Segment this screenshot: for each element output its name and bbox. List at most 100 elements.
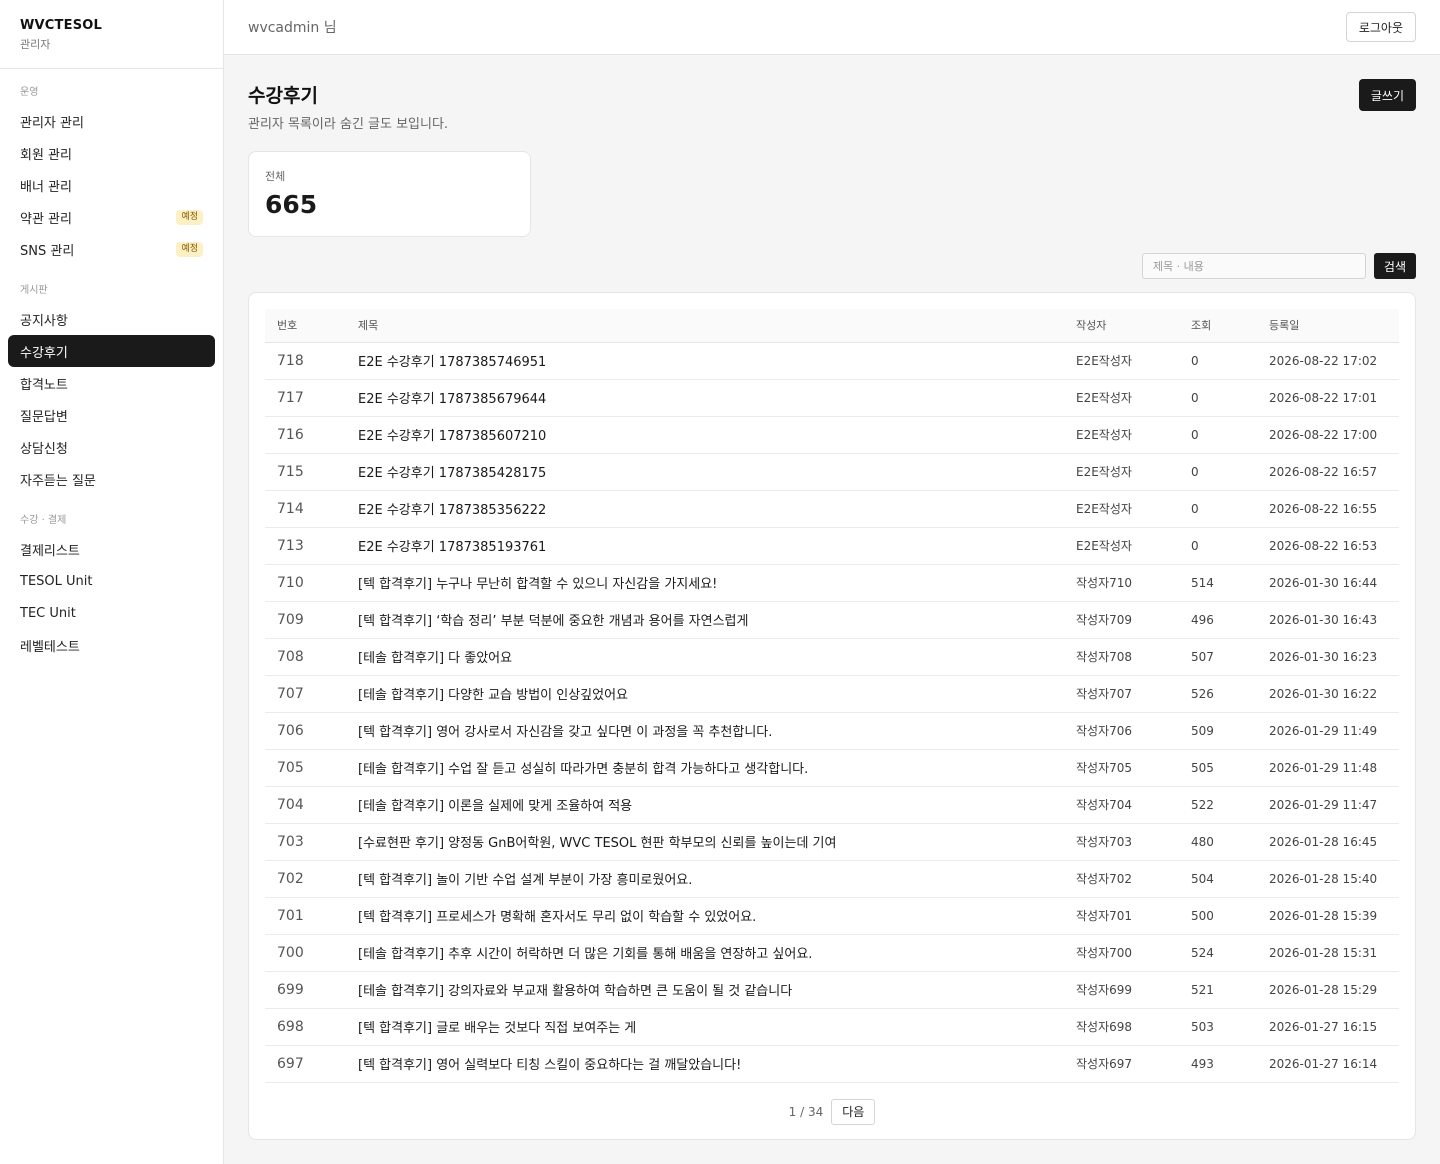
- cell-views: 0: [1191, 538, 1199, 553]
- page-subtitle: 관리자 목록이라 숨긴 글도 보입니다.: [248, 117, 449, 132]
- cell-title[interactable]: [테솔 합격후기] 강의자료와 부교재 활용하여 학습하면 큰 도움이 될 것 …: [346, 971, 1064, 1008]
- cell-author: 작성자709: [1076, 613, 1133, 627]
- table-row[interactable]: 716 E2E 수강후기 1787385607210 E2E작성자 0 2026-08-…: [265, 416, 1399, 453]
- reviews-table: 번호 제목 작성자 조회 등록일 718 E2E 수강후기 17873857469…: [265, 309, 1399, 1083]
- cell-views: 504: [1191, 871, 1214, 886]
- table-row[interactable]: 697 [텍 합격후기] 영어 실력보다 티칭 스킬이 중요하다는 걸 깨달았습니…: [265, 1045, 1399, 1082]
- cell-title[interactable]: [테솔 합격후기] 추후 시간이 허락하면 더 많은 기회를 통해 배움을 연장…: [346, 934, 1064, 971]
- cell-title[interactable]: [테솔 합격후기] 다 좋았어요: [346, 638, 1064, 675]
- sidebar-item[interactable]: 배너 관리: [8, 169, 215, 201]
- total-stat-card: 전체 665: [248, 151, 531, 237]
- cell-title[interactable]: [텍 합격후기] 놀이 기반 수업 설계 부분이 가장 흥미로웠어요.: [346, 860, 1064, 897]
- table-row[interactable]: 698 [텍 합격후기] 글로 배우는 것보다 직접 보여주는 게 작성자698 50…: [265, 1008, 1399, 1045]
- cell-views: 522: [1191, 797, 1214, 812]
- search-input[interactable]: [1141, 253, 1366, 279]
- sidebar-item[interactable]: 질문답변: [8, 399, 215, 431]
- table-row[interactable]: 713 E2E 수강후기 1787385193761 E2E작성자 0 2026-08-…: [265, 527, 1399, 564]
- cell-date: 2026-08-22 16:53: [1269, 538, 1378, 553]
- sidebar-item-label: 관리자 관리: [20, 115, 84, 131]
- sidebar-item-label: TESOL Unit: [20, 573, 93, 589]
- table-row[interactable]: 708 [테솔 합격후기] 다 좋았어요 작성자708 507 2026-01-30 1…: [265, 638, 1399, 675]
- sidebar-item[interactable]: 상담신청: [8, 431, 215, 463]
- sidebar-item-label: 합격노트: [20, 377, 68, 393]
- cell-title[interactable]: E2E 수강후기 1787385356222: [346, 490, 1064, 527]
- table-row[interactable]: 702 [텍 합격후기] 놀이 기반 수업 설계 부분이 가장 흥미로웠어요. 작성…: [265, 860, 1399, 897]
- next-page-button[interactable]: 다음: [831, 1098, 876, 1125]
- cell-title[interactable]: E2E 수강후기 1787385607210: [346, 416, 1064, 453]
- cell-author: 작성자710: [1076, 576, 1133, 590]
- table-row[interactable]: 706 [텍 합격후기] 영어 강사로서 자신감을 갖고 싶다면 이 과정을 꼭 …: [265, 712, 1399, 749]
- cell-title[interactable]: [테솔 합격후기] 수업 잘 듣고 성실히 따라가면 충분히 합격 가능하다고 …: [346, 749, 1064, 786]
- cell-date: 2026-08-22 17:01: [1269, 390, 1378, 405]
- sidebar-item[interactable]: SNS 관리 예정: [8, 233, 215, 265]
- search-button[interactable]: 검색: [1373, 253, 1416, 279]
- nav-section: 운영 관리자 관리 회원 관리 배너 관리 약관 관리 예정 SNS 관리 예정: [8, 83, 215, 265]
- cell-title[interactable]: E2E 수강후기 1787385746951: [346, 342, 1064, 379]
- nav-section-title: 수강 · 결제: [20, 515, 67, 526]
- cell-number: 714: [277, 500, 304, 517]
- planned-badge: 예정: [176, 209, 203, 225]
- cell-date: 2026-01-29 11:48: [1269, 760, 1378, 775]
- cell-date: 2026-01-29 11:47: [1269, 797, 1378, 812]
- sidebar-item[interactable]: 합격노트: [8, 367, 215, 399]
- cell-title[interactable]: [수료현판 후기] 양정동 GnB어학원, WVC TESOL 현판 학부모의 …: [346, 823, 1064, 860]
- cell-title[interactable]: E2E 수강후기 1787385679644: [346, 379, 1064, 416]
- cell-number: 706: [277, 722, 304, 739]
- cell-number: 701: [277, 907, 304, 924]
- cell-number: 716: [277, 426, 304, 443]
- sidebar-item-label: 공지사항: [20, 313, 68, 329]
- sidebar-item[interactable]: 결제리스트: [8, 533, 215, 565]
- cell-number: 718: [277, 352, 304, 369]
- cell-author: E2E작성자: [1076, 539, 1132, 553]
- table-row[interactable]: 703 [수료현판 후기] 양정동 GnB어학원, WVC TESOL 현판 학부…: [265, 823, 1399, 860]
- cell-title[interactable]: [텍 합격후기] 글로 배우는 것보다 직접 보여주는 게: [346, 1008, 1064, 1045]
- table-row[interactable]: 701 [텍 합격후기] 프로세스가 명확해 혼자서도 무리 없이 학습할 수 있…: [265, 897, 1399, 934]
- cell-title[interactable]: [텍 합격후기] 영어 강사로서 자신감을 갖고 싶다면 이 과정을 꼭 추천합…: [346, 712, 1064, 749]
- nav-section-title: 게시판: [20, 285, 48, 296]
- sidebar-item[interactable]: 레벨테스트: [8, 629, 215, 661]
- sidebar-item[interactable]: 회원 관리: [8, 137, 215, 169]
- cell-date: 2026-01-27 16:15: [1269, 1019, 1378, 1034]
- table-row[interactable]: 715 E2E 수강후기 1787385428175 E2E작성자 0 2026-08-…: [265, 453, 1399, 490]
- logout-button[interactable]: 로그아웃: [1345, 12, 1416, 42]
- cell-date: 2026-01-28 15:31: [1269, 945, 1378, 960]
- cell-title[interactable]: [테솔 합격후기] 다양한 교습 방법이 인상깊었어요: [346, 675, 1064, 712]
- table-row[interactable]: 707 [테솔 합격후기] 다양한 교습 방법이 인상깊었어요 작성자707 526 2…: [265, 675, 1399, 712]
- user-label: wvcadmin 님: [248, 20, 337, 36]
- table-row[interactable]: 709 [텍 합격후기] ‘학습 정리’ 부분 덕분에 중요한 개념과 용어를 자…: [265, 601, 1399, 638]
- table-row[interactable]: 714 E2E 수강후기 1787385356222 E2E작성자 0 2026-08-…: [265, 490, 1399, 527]
- cell-date: 2026-08-22 16:57: [1269, 464, 1378, 479]
- cell-number: 705: [277, 759, 304, 776]
- cell-title[interactable]: [텍 합격후기] ‘학습 정리’ 부분 덕분에 중요한 개념과 용어를 자연스럽…: [346, 601, 1064, 638]
- table-row[interactable]: 710 [텍 합격후기] 누구나 무난히 합격할 수 있으니 자신감을 가지세요!…: [265, 564, 1399, 601]
- cell-number: 713: [277, 537, 304, 554]
- sidebar-item-label: 결제리스트: [20, 543, 80, 559]
- cell-title[interactable]: [테솔 합격후기] 이론을 실제에 맞게 조율하여 적용: [346, 786, 1064, 823]
- cell-title[interactable]: E2E 수강후기 1787385193761: [346, 527, 1064, 564]
- sidebar-item[interactable]: 수강후기: [8, 335, 215, 367]
- pagination: 1 / 34 다음: [265, 1098, 1399, 1125]
- cell-views: 493: [1191, 1056, 1214, 1071]
- sidebar-item[interactable]: 관리자 관리: [8, 105, 215, 137]
- cell-title[interactable]: E2E 수강후기 1787385428175: [346, 453, 1064, 490]
- cell-title[interactable]: [텍 합격후기] 누구나 무난히 합격할 수 있으니 자신감을 가지세요!: [346, 564, 1064, 601]
- cell-number: 699: [277, 981, 304, 998]
- table-row[interactable]: 699 [테솔 합격후기] 강의자료와 부교재 활용하여 학습하면 큰 도움이 될…: [265, 971, 1399, 1008]
- brand: WVCTESOL 관리자: [0, 0, 223, 69]
- cell-date: 2026-01-28 16:45: [1269, 834, 1378, 849]
- cell-title[interactable]: [텍 합격후기] 프로세스가 명확해 혼자서도 무리 없이 학습할 수 있었어요…: [346, 897, 1064, 934]
- table-row[interactable]: 718 E2E 수강후기 1787385746951 E2E작성자 0 2026-08-…: [265, 342, 1399, 379]
- sidebar-item[interactable]: 공지사항: [8, 303, 215, 335]
- sidebar-item[interactable]: 약관 관리 예정: [8, 201, 215, 233]
- table-row[interactable]: 705 [테솔 합격후기] 수업 잘 듣고 성실히 따라가면 충분히 합격 가능하…: [265, 749, 1399, 786]
- table-row[interactable]: 704 [테솔 합격후기] 이론을 실제에 맞게 조율하여 적용 작성자704 522…: [265, 786, 1399, 823]
- sidebar-item[interactable]: TEC Unit: [8, 597, 215, 629]
- write-button[interactable]: 글쓰기: [1358, 79, 1416, 111]
- sidebar-item[interactable]: 자주듣는 질문: [8, 463, 215, 495]
- cell-title[interactable]: [텍 합격후기] 영어 실력보다 티칭 스킬이 중요하다는 걸 깨달았습니다!: [346, 1045, 1064, 1082]
- table-row[interactable]: 700 [테솔 합격후기] 추후 시간이 허락하면 더 많은 기회를 통해 배움을…: [265, 934, 1399, 971]
- cell-author: 작성자697: [1076, 1057, 1133, 1071]
- sidebar-item[interactable]: TESOL Unit: [8, 565, 215, 597]
- cell-author: 작성자699: [1076, 983, 1133, 997]
- table-row[interactable]: 717 E2E 수강후기 1787385679644 E2E작성자 0 2026-08-…: [265, 379, 1399, 416]
